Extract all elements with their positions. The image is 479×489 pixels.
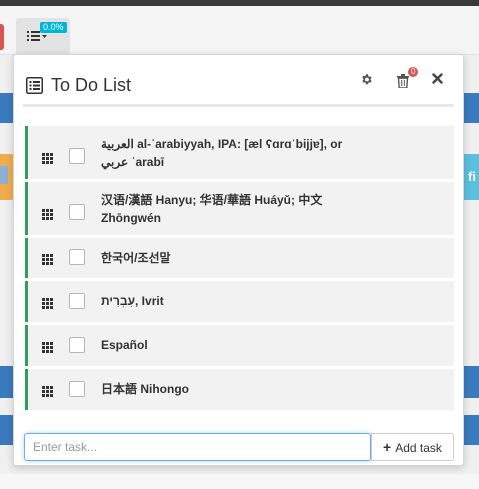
task-checkbox[interactable] bbox=[69, 148, 85, 164]
app-toolbar: 0.0% bbox=[0, 6, 479, 60]
task-checkbox[interactable] bbox=[69, 293, 85, 309]
close-button[interactable] bbox=[432, 71, 443, 89]
plus-icon: + bbox=[383, 439, 392, 455]
task-text: 汉语/漢語 Hanyu; 华语/華語 Huáyǔ; 中文 Zhōngwén bbox=[101, 191, 391, 227]
background-band bbox=[0, 415, 14, 445]
task-input[interactable] bbox=[24, 433, 371, 461]
task-text: 日本語 Nihongo bbox=[101, 382, 189, 396]
background-fi-tab: fi bbox=[462, 154, 479, 200]
task-item: العربية al-ʿarabiyyah, IPA: [æl ʕɑrɑˈbij… bbox=[25, 126, 454, 179]
trash-icon bbox=[397, 74, 409, 89]
panel-header: To Do List 0 bbox=[23, 65, 454, 107]
task-item: 汉语/漢語 Hanyu; 华语/華語 Huáyǔ; 中文 Zhōngwén bbox=[25, 182, 454, 235]
drag-handle-icon[interactable] bbox=[42, 254, 53, 268]
clear-completed-button[interactable]: 0 bbox=[397, 67, 419, 91]
task-text-line: العربية al-ʿarabiyyah, IPA: [æl ʕɑrɑˈbij… bbox=[101, 137, 343, 151]
background-band bbox=[464, 415, 479, 445]
background-footer bbox=[0, 474, 479, 489]
task-text: Español bbox=[101, 338, 148, 352]
background-band bbox=[464, 93, 479, 123]
red-tab-edge bbox=[0, 24, 4, 50]
task-checkbox[interactable] bbox=[69, 204, 85, 220]
background-band bbox=[0, 93, 14, 123]
drag-handle-icon[interactable] bbox=[42, 298, 53, 312]
trash-count-badge: 0 bbox=[408, 67, 419, 77]
settings-button[interactable] bbox=[360, 73, 373, 89]
task-item: 한국어/조선말 bbox=[25, 238, 454, 278]
task-item: 日本語 Nihongo bbox=[25, 369, 454, 410]
background-band bbox=[464, 366, 479, 398]
drag-handle-icon[interactable] bbox=[42, 209, 53, 223]
progress-badge: 0.0% bbox=[40, 22, 67, 33]
background-document-icon bbox=[0, 166, 8, 184]
task-text: 한국어/조선말 bbox=[101, 251, 171, 265]
task-checkbox[interactable] bbox=[69, 381, 85, 397]
close-icon bbox=[432, 73, 443, 84]
background-band bbox=[0, 366, 14, 398]
drag-handle-icon[interactable] bbox=[42, 386, 53, 400]
list-alt-icon bbox=[26, 77, 43, 94]
task-text-line: Zhōngwén bbox=[101, 211, 161, 225]
todo-panel: To Do List 0 العربية al-ʿarabiyyah, IPA:… bbox=[13, 54, 464, 466]
task-text-line: 汉语/漢語 Hanyu; 华语/華語 Huáyǔ; 中文 bbox=[101, 193, 323, 207]
add-task-label: Add task bbox=[395, 441, 442, 455]
task-item: עִבְרִית, Ivrit bbox=[25, 281, 454, 322]
task-text: العربية al-ʿarabiyyah, IPA: [æl ʕɑrɑˈbij… bbox=[101, 135, 391, 171]
task-checkbox[interactable] bbox=[69, 337, 85, 353]
task-text-line: عربي ʿarabī bbox=[101, 155, 165, 169]
add-task-row: +Add task bbox=[24, 433, 454, 461]
panel-title: To Do List bbox=[51, 75, 132, 95]
task-item: Español bbox=[25, 325, 454, 366]
drag-handle-icon[interactable] bbox=[42, 153, 53, 167]
task-list: العربية al-ʿarabiyyah, IPA: [æl ʕɑrɑˈbij… bbox=[25, 126, 454, 413]
gear-icon bbox=[362, 74, 372, 85]
drag-handle-icon[interactable] bbox=[42, 342, 53, 356]
task-text: עִבְרִית, Ivrit bbox=[101, 294, 164, 308]
add-task-button[interactable]: + Add task bbox=[371, 433, 454, 461]
task-checkbox[interactable] bbox=[69, 249, 85, 265]
